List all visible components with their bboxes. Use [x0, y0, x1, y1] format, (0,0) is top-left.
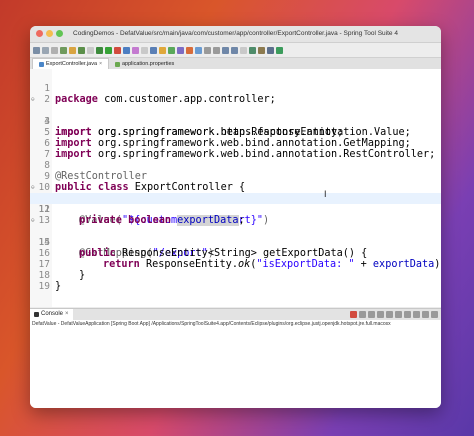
minimize-window-icon[interactable] [46, 30, 53, 37]
open-console-icon[interactable] [413, 311, 420, 318]
window-controls [36, 30, 63, 37]
console-launch-path: DefatValue - DefatValueApplication [Spri… [30, 320, 441, 329]
debug-icon[interactable] [96, 46, 103, 54]
text-cursor-icon: I [324, 189, 327, 199]
toolbar-separator-icon [141, 46, 148, 54]
fold-icon[interactable]: ⊖ [31, 94, 35, 105]
main-toolbar [30, 43, 441, 58]
annotation-icon[interactable] [195, 46, 202, 54]
code-line-7: 7 [30, 138, 441, 160]
tab-label: ExportController.java [46, 61, 98, 67]
properties-file-icon [114, 61, 120, 67]
new-java-project-icon[interactable] [150, 46, 157, 54]
title-bar: CodingDemos - DefatValue/src/main/java/c… [30, 26, 441, 43]
code-line-18: 18 } [30, 259, 441, 292]
code-line-4: 4 import org.springframework.http.Respon… [30, 105, 441, 138]
maximize-window-icon[interactable] [56, 30, 63, 37]
perspective-java-icon[interactable] [249, 46, 256, 54]
ide-window: CodingDemos - DefatValue/src/main/java/c… [30, 26, 441, 408]
console-output[interactable] [30, 329, 441, 408]
run-icon[interactable] [105, 46, 112, 54]
scroll-lock-icon[interactable] [377, 311, 384, 318]
code-line-12-current: 12 private boolean exportData; [30, 193, 441, 226]
perspective-git-icon[interactable] [267, 46, 274, 54]
window-title: CodingDemos - DefatValue/src/main/java/c… [73, 30, 398, 37]
perspective-spring-icon[interactable] [276, 46, 283, 54]
close-tab-icon[interactable]: × [65, 309, 69, 320]
java-file-icon [39, 61, 44, 67]
code-line-9: 9 public class ExportController { [30, 160, 441, 193]
line-number: 19 [38, 281, 50, 292]
relaunch-icon[interactable] [123, 46, 130, 54]
code-line-2: 2 [30, 83, 441, 105]
stop-icon[interactable] [114, 46, 121, 54]
tab-application-properties[interactable]: application.properties [109, 59, 180, 69]
search-icon[interactable] [186, 46, 193, 54]
code-line-19: 19 [30, 270, 441, 292]
tab-console[interactable]: Console × [30, 309, 73, 320]
code-line-6: 6 import org.springframework.web.bind.an… [30, 127, 441, 160]
code-line-10: 10 [30, 171, 441, 193]
tab-export-controller[interactable]: ExportController.java × [32, 58, 109, 69]
build-icon[interactable] [60, 46, 67, 54]
toolbar-separator-icon [240, 46, 247, 54]
perspective-debug-icon[interactable] [258, 46, 265, 54]
code-line-5: 5 import org.springframework.web.bind.an… [30, 116, 441, 149]
console-toolbar [350, 311, 441, 318]
toolbar-separator-icon [87, 46, 94, 54]
next-annotation-icon[interactable] [204, 46, 211, 54]
code-line-14: ⊖ 14 @GetMapping("/export") [30, 215, 441, 259]
fold-icon[interactable]: ⊖ [31, 182, 35, 193]
new-package-icon[interactable] [159, 46, 166, 54]
close-window-icon[interactable] [36, 30, 43, 37]
save-all-icon[interactable] [51, 46, 58, 54]
spring-icon[interactable] [78, 46, 85, 54]
save-icon[interactable] [42, 46, 49, 54]
code-line-13: 13 [30, 204, 441, 226]
new-icon[interactable] [33, 46, 40, 54]
code-line-15: 15 public ResponseEntity<String> getExpo… [30, 226, 441, 259]
code-editor[interactable]: 1 package com.customer.app.controller; 2… [30, 69, 441, 307]
clear-console-icon[interactable] [368, 311, 375, 318]
terminal-icon[interactable] [69, 46, 76, 54]
code-line-8: 8 @RestController [30, 149, 441, 182]
close-tab-icon[interactable]: × [99, 59, 102, 69]
code-line-11: ⊖ 11 @Value("${custom.data.export}") [30, 182, 441, 226]
remove-launch-icon[interactable] [359, 311, 366, 318]
code-line-3: ⊖ 3 import org.springframework.beans.fac… [30, 94, 441, 138]
terminate-icon[interactable] [350, 311, 357, 318]
maximize-icon[interactable] [431, 311, 438, 318]
display-console-icon[interactable] [404, 311, 411, 318]
word-wrap-icon[interactable] [386, 311, 393, 318]
back-icon[interactable] [222, 46, 229, 54]
code-line-16: 16 return ResponseEntity.ok("isExportDat… [30, 237, 441, 270]
forward-icon[interactable] [231, 46, 238, 54]
code-line-1: 1 package com.customer.app.controller; [30, 72, 441, 105]
console-icon [34, 312, 39, 317]
fold-icon[interactable]: ⊖ [31, 215, 35, 226]
console-tab-label: Console [41, 311, 64, 317]
external-tools-icon[interactable] [132, 46, 139, 54]
code-line-17: 17 } [30, 248, 441, 281]
open-type-icon[interactable] [177, 46, 184, 54]
tab-label: application.properties [121, 61, 175, 67]
minimize-icon[interactable] [422, 311, 429, 318]
pin-console-icon[interactable] [395, 311, 402, 318]
new-class-icon[interactable] [168, 46, 175, 54]
previous-annotation-icon[interactable] [213, 46, 220, 54]
